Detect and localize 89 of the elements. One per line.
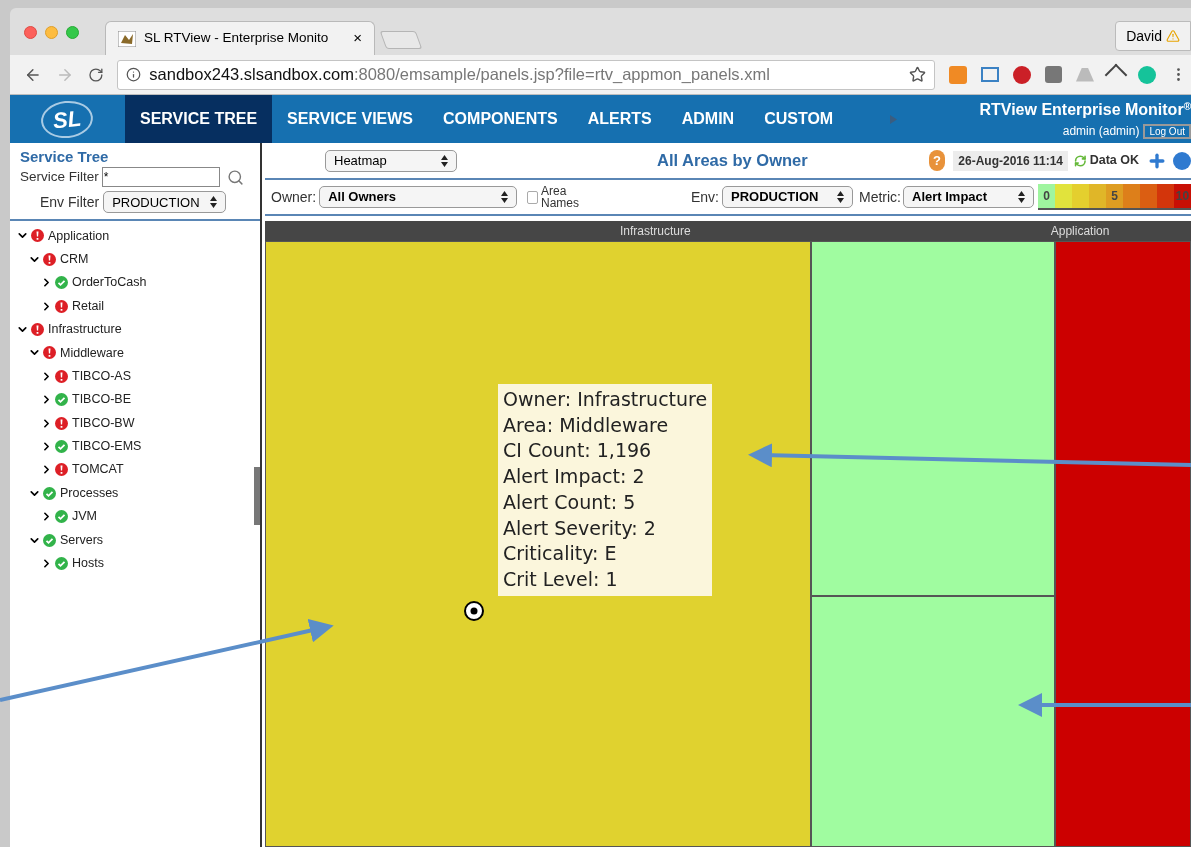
tree-item[interactable]: Hosts — [72, 554, 104, 573]
tree-item[interactable]: TIBCO-BE — [72, 390, 132, 410]
tree-item[interactable]: OrderToCash — [72, 273, 147, 293]
tooltip-line: Alert Severity: 2 — [503, 515, 657, 541]
heatmap-cell[interactable] — [1055, 241, 1191, 847]
env-label: Env: — [691, 187, 719, 207]
check-circle-icon — [55, 556, 68, 570]
group-header: Infrastructure — [620, 223, 691, 240]
sidebar-title: Service Tree — [20, 148, 110, 165]
tooltip-line: Crit Level: 1 — [503, 566, 619, 592]
group-header: Application — [1050, 223, 1110, 240]
filter-label: Env Filter — [40, 192, 100, 212]
nav-tab[interactable]: SERVICE TREE — [125, 95, 273, 143]
tooltip-line: Alert Count: 5 — [503, 489, 637, 515]
tree-item[interactable]: Infrastructure — [48, 320, 122, 339]
legend-value: 10 — [1175, 188, 1190, 205]
user-label: admin (admin) — [1062, 123, 1140, 140]
alarm-icon — [55, 416, 68, 430]
nav-tab[interactable]: CUSTOM — [749, 95, 849, 143]
filter-label: Service Filter — [20, 168, 99, 186]
heatmap-cell[interactable] — [811, 241, 1055, 596]
nav-tab[interactable]: SERVICE VIEWS — [272, 95, 429, 143]
alarm-icon — [43, 346, 56, 360]
view-select[interactable]: Heatmap — [325, 149, 457, 172]
metric-select[interactable]: Alert Impact — [903, 186, 1034, 208]
warning-icon — [1166, 29, 1180, 43]
owner-select[interactable]: All Owners — [319, 186, 518, 208]
nav-tab[interactable]: ADMIN — [666, 95, 750, 143]
check-circle-icon — [43, 533, 56, 547]
alarm-icon — [31, 323, 44, 336]
browser-tab[interactable]: SL RTView - Enterprise Monito × — [105, 21, 375, 55]
check-circle-icon — [55, 276, 68, 290]
tree-item[interactable]: CRM — [60, 249, 89, 269]
check-circle-icon — [55, 510, 68, 524]
updown-icon — [837, 191, 844, 203]
service-filter-field[interactable]: * — [101, 167, 220, 188]
tooltip-line: CI Count: 1,196 — [503, 438, 653, 464]
logout-button[interactable]: Log Out — [1143, 123, 1191, 139]
tooltip-line: Alert Impact: 2 — [503, 464, 646, 490]
timestamp: 26-Aug-2016 11:14 — [953, 150, 1069, 171]
nav-tab[interactable]: ALERTS — [572, 95, 667, 143]
alarm-icon — [43, 252, 56, 266]
alarm-icon — [55, 299, 68, 313]
area-names-checkbox[interactable] — [527, 190, 538, 204]
check-circle-icon — [55, 393, 68, 407]
nav-tab[interactable]: COMPONENTS — [428, 95, 573, 143]
tree-item[interactable]: TIBCO-EMS — [72, 437, 142, 456]
env-select[interactable]: PRODUCTION — [722, 186, 853, 208]
check-circle-icon — [55, 439, 68, 453]
metric-label: Metric: — [859, 187, 901, 207]
legend-value: 5 — [1111, 188, 1118, 205]
tree-item[interactable]: Application — [48, 226, 110, 246]
legend-value: 0 — [1043, 188, 1050, 205]
bookmark-star-icon[interactable] — [909, 66, 926, 83]
search-icon[interactable] — [226, 168, 244, 186]
updown-icon — [1018, 191, 1025, 203]
page-title: All Areas by Owner — [657, 150, 808, 172]
tree-item[interactable]: Middleware — [60, 343, 124, 363]
tree-item[interactable]: Servers — [60, 530, 104, 550]
check-circle-icon — [43, 486, 56, 500]
updown-icon — [210, 196, 218, 209]
tree-item[interactable]: TOMCAT — [72, 460, 124, 480]
profile-button[interactable]: David — [1115, 21, 1191, 51]
data-status: Data OK — [1089, 152, 1139, 170]
tree-item[interactable]: TIBCO-BW — [72, 413, 135, 433]
product-title: RTView Enterprise Monitor$^{®}$ — [979, 100, 1191, 120]
alarm-icon — [55, 463, 68, 477]
tree-item[interactable]: JVM — [72, 507, 97, 526]
updown-icon — [441, 154, 448, 167]
screen-extension-icon[interactable] — [981, 67, 999, 82]
info-icon — [126, 67, 142, 82]
heatmap-cell[interactable] — [811, 596, 1055, 847]
close-window-button[interactable] — [24, 26, 37, 39]
close-tab-button[interactable]: × — [353, 27, 362, 50]
tree-item[interactable]: Retail — [72, 296, 104, 316]
tree-item[interactable]: Processes — [60, 483, 119, 503]
owner-label: Owner: — [271, 187, 317, 207]
alarm-icon — [55, 369, 68, 383]
area-names-label: Area Names — [540, 185, 579, 209]
address-field[interactable]: sandbox243.slsandbox.com:8080/emsample/panels.jsp?file=rtv_appmon_panels.xml — [117, 59, 935, 90]
updown-icon — [501, 191, 509, 203]
scrollbar-thumb[interactable] — [254, 467, 260, 525]
tree-item[interactable]: TIBCO-AS — [72, 366, 132, 386]
tooltip-line: Criticality: E — [503, 541, 618, 567]
tooltip-line: Owner: Infrastructure — [503, 387, 708, 412]
tooltip-line: Area: Middleware — [503, 412, 670, 438]
alarm-icon — [31, 229, 44, 243]
env-filter-select[interactable]: PRODUCTION — [103, 191, 227, 214]
reload-button[interactable] — [87, 66, 104, 83]
